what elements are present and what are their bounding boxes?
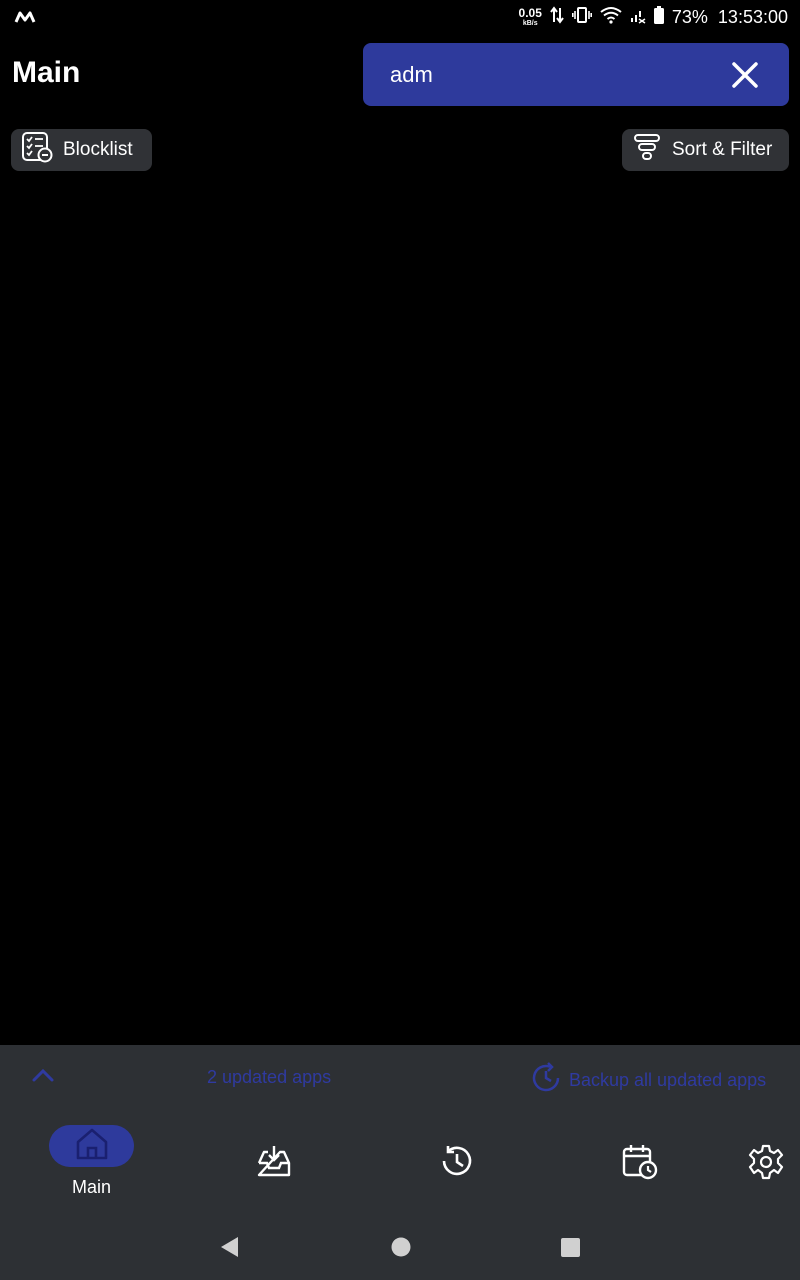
nav-main-label: Main: [71, 1177, 111, 1197]
no-signal-icon: [630, 6, 646, 29]
history-icon[interactable]: [439, 1143, 475, 1184]
blocklist-label: Blocklist: [63, 139, 133, 160]
close-icon[interactable]: [731, 61, 759, 89]
backup-clock-icon: [529, 1061, 563, 1100]
system-navigation: [0, 1221, 800, 1275]
filter-icon: [632, 132, 662, 168]
blocklist-button[interactable]: Blocklist: [11, 129, 152, 171]
chevron-up-icon[interactable]: [30, 1065, 56, 1090]
updated-apps-count[interactable]: 2 updated apps: [207, 1067, 331, 1088]
back-icon[interactable]: [219, 1235, 239, 1264]
wifi-icon: [600, 6, 622, 29]
status-bar: 0.05 kB/s 73% 13:53:00: [0, 0, 800, 34]
search-input[interactable]: [388, 60, 688, 89]
recents-icon[interactable]: [560, 1235, 582, 1264]
data-transfer-icon: [550, 5, 564, 29]
sort-filter-label: Sort & Filter: [672, 139, 773, 160]
nav-main[interactable]: Main: [49, 1125, 134, 1198]
bottom-navigation: Main: [0, 1123, 800, 1203]
clock: 13:53:00: [717, 6, 788, 27]
battery-percent: 73%: [671, 6, 708, 27]
app-notification-icon: [14, 10, 36, 24]
page-title: Main: [12, 56, 81, 89]
sort-filter-button[interactable]: Sort & Filter: [622, 129, 789, 171]
status-indicators: 0.05 kB/s 73% 13:53:00: [519, 5, 788, 29]
vibrate-icon: [571, 6, 592, 29]
battery-icon: [653, 5, 664, 29]
search-bar[interactable]: [363, 43, 789, 106]
net-speed-unit: kB/s: [522, 20, 538, 27]
nav-main-indicator: [49, 1125, 134, 1167]
updated-apps-bar: 2 updated apps Backup all updated apps: [0, 1045, 800, 1107]
home-icon: [74, 1127, 110, 1166]
bottom-panel: 2 updated apps Backup all updated apps M…: [0, 1045, 800, 1280]
net-speed: 0.05 kB/s: [519, 7, 542, 27]
net-speed-value: 0.05: [518, 6, 542, 20]
calendar-clock-icon[interactable]: [621, 1143, 659, 1186]
checklist-icon: [21, 131, 53, 169]
backup-all-button[interactable]: Backup all updated apps: [529, 1061, 766, 1100]
backup-all-label: Backup all updated apps: [569, 1070, 767, 1090]
home-button-icon[interactable]: [390, 1235, 412, 1264]
inbox-download-icon[interactable]: [256, 1143, 292, 1184]
gear-icon[interactable]: [747, 1143, 785, 1186]
